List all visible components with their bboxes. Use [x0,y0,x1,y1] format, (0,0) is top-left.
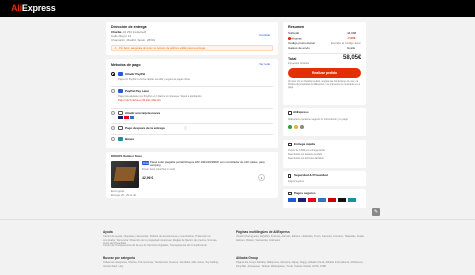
feedback-button[interactable]: ✎ [372,208,380,216]
payment-radio[interactable] [111,126,115,130]
phone-warning: ⚠ Por favor, asegúrate de tener un númer… [111,45,273,51]
card-brand-icons [118,116,134,119]
payment-radio[interactable] [111,72,115,76]
payment-option-paypal[interactable]: Añadir PayPal Paga con PayPal, la forma … [106,71,278,83]
top-bar: AliExpress [0,0,475,17]
footer-multi-links[interactable]: Versión Portuguesa, Español, Francés, Al… [236,235,366,242]
applepay-icon [338,198,346,202]
amex-icon [318,198,326,202]
place-order-button[interactable]: Realizar pedido [288,68,361,78]
cod-icon [118,126,123,130]
warning-icon: ⚠ [114,46,117,50]
product-variant: Power bank color(Not in card) [142,168,176,171]
address-card: Dirección de entrega Charlie +34 293 [re… [106,22,278,55]
card-icon [288,192,292,195]
delivery-estimate: Entrega: 20 - 25 de dic [111,193,137,197]
payment-option-bizum[interactable]: Bizum [106,136,278,144]
store-name[interactable]: DIOGOS Outdoor Store [111,154,142,158]
payment-option-card[interactable]: Añadir una tarjeta nueva [106,110,278,122]
payment-option-paypal-later[interactable]: PayPal Pay Later Paga más adelante con P… [106,88,278,105]
truck-icon [288,143,292,146]
payment-radio[interactable] [111,111,115,115]
see-all-payments-link[interactable]: Ver todo [259,62,270,67]
quantity-stepper[interactable]: 1 [258,174,265,181]
aliexpress-box: AliExpress AliExpress mantiene seguros t… [283,108,366,136]
footer: Ayuda Centro de ayuda, Disputas y denunc… [0,219,475,275]
security-box: Seguridad & Privacidad Pagos seguros [283,171,366,186]
payment-title: Métodos de pago [111,63,141,67]
footer-browse-links[interactable]: Todas las categorías, Ofertas, Promocion… [103,261,223,268]
address-title: Dirección de entrega [111,25,147,29]
payment-logos [288,198,362,204]
footer-group-links[interactable]: Página del Grupo Alibaba, AliExpress, Al… [236,261,366,268]
items-card: DIOGOS Outdoor Store Choice Panel solar … [106,152,278,198]
payment-card: Métodos de pago Ver todo Añadir PayPal P… [106,59,278,148]
coupon-input[interactable]: Escribe el código aquí [331,41,361,46]
change-address-button[interactable]: Cambiar [259,33,270,38]
footer-group-title: Alibaba Group [236,256,258,260]
fast-delivery-box: Entrega rápida Cupón de 0,80€ por entreg… [283,140,366,168]
trust-badges [288,125,313,130]
total-value: 58,05€ [343,55,362,61]
lock-icon [288,174,291,178]
paypal-icon [288,198,296,202]
product-title[interactable]: Panel solar plegable portátil Diogos 18V… [150,160,272,168]
address-line2: Chamartín, Madrid, Spain, 28001 [111,38,156,42]
paypal-later-icon [118,89,123,93]
payment-radio[interactable] [111,137,115,141]
product-image[interactable] [111,161,139,188]
paypal-icon [118,72,123,76]
info-icon: ⓘ [184,125,188,130]
footer-help-title: Ayuda [103,230,113,234]
maestro-icon [328,198,336,202]
mastercard-icon [308,198,316,202]
footer-help-links-2[interactable]: Centro de Transparencia de la Ley de Ser… [103,244,223,248]
bizum-icon [118,137,123,141]
aliexpress-logo[interactable]: AliExpress [11,3,56,14]
summary-card: Resumen Subtotal 44,99€ Ahorras -7,00€ C… [283,22,366,105]
footer-browse-title: Buscar por categoría [103,256,135,260]
card-icon [118,111,123,115]
legal-text: Al hacer clic en Realizar pedido, acepta… [288,81,361,89]
choice-badge: Choice [142,161,151,165]
summary-title: Resumen [288,25,305,29]
payment-radio[interactable] [111,89,115,93]
footer-multi-title: Páginas multilingües de AliExpress [236,230,290,234]
shield-icon [288,111,292,115]
visa-icon [298,198,306,202]
product-price: 42,99 € [142,176,154,180]
secure-payments-box: Pagos seguros [283,189,366,208]
payment-option-cod[interactable]: Pago después de la entrega ⓘ [106,125,278,133]
bizum-icon [348,198,356,202]
